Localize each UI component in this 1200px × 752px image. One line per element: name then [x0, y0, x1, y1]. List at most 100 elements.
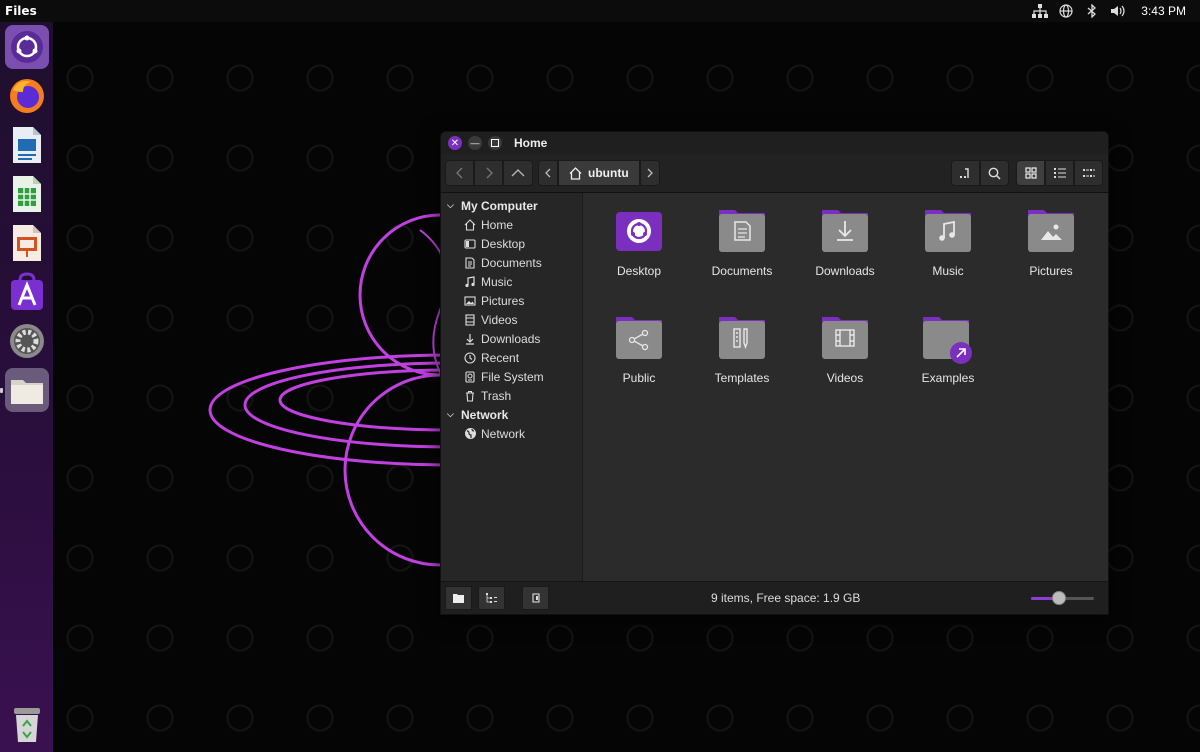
- file-item-public[interactable]: Public: [594, 316, 684, 385]
- impress-icon[interactable]: [5, 221, 49, 265]
- window-titlebar[interactable]: ✕ — Home: [441, 132, 1108, 154]
- minimize-icon: —: [470, 138, 480, 148]
- compact-list-icon: [1082, 169, 1095, 177]
- file-item-documents[interactable]: Documents: [697, 209, 787, 278]
- sidebar-item-recent[interactable]: Recent: [441, 348, 582, 367]
- calc-icon[interactable]: [5, 172, 49, 216]
- file-item-music[interactable]: Music: [903, 209, 993, 278]
- recent-icon: [463, 351, 477, 365]
- files-icon[interactable]: [5, 368, 49, 412]
- documents-folder-icon: [719, 210, 765, 252]
- sidebar-item-label: Network: [481, 426, 526, 441]
- toggle-sidebar-button[interactable]: [522, 586, 549, 610]
- chevron-right-icon: [647, 168, 654, 178]
- status-bar: 9 items, Free space: 1.9 GB: [441, 581, 1108, 614]
- network-icon[interactable]: [1027, 0, 1053, 22]
- running-indicator: [0, 388, 3, 393]
- minimize-button[interactable]: —: [468, 136, 482, 150]
- up-button[interactable]: [503, 160, 533, 186]
- compact-view-button[interactable]: [1074, 160, 1103, 186]
- show-places-button[interactable]: [445, 586, 472, 610]
- firefox-icon[interactable]: [5, 74, 49, 118]
- forward-button[interactable]: [474, 160, 503, 186]
- network-globe-icon: [463, 427, 477, 441]
- list-view-button[interactable]: [1045, 160, 1074, 186]
- drive-icon: [463, 370, 477, 384]
- writer-icon[interactable]: [5, 123, 49, 167]
- file-item-templates[interactable]: Templates: [697, 316, 787, 385]
- sidebar-item-pictures[interactable]: Pictures: [441, 291, 582, 310]
- path-scroll-right-button[interactable]: [639, 160, 660, 186]
- settings-icon[interactable]: [5, 319, 49, 363]
- status-text: 9 items, Free space: 1.9 GB: [711, 591, 861, 605]
- maximize-button[interactable]: [488, 136, 502, 150]
- file-item-desktop[interactable]: Desktop: [594, 209, 684, 278]
- zoom-slider-handle[interactable]: [1052, 591, 1066, 605]
- sidebar-item-file-system[interactable]: File System: [441, 367, 582, 386]
- path-scroll-left-button[interactable]: [538, 160, 558, 186]
- file-label: Examples: [921, 371, 975, 385]
- chevron-left-icon: [455, 167, 462, 179]
- file-item-examples[interactable]: Examples: [903, 316, 993, 385]
- file-item-videos[interactable]: Videos: [800, 316, 890, 385]
- close-button[interactable]: ✕: [448, 136, 462, 150]
- chevron-down-icon: ⌵: [447, 200, 454, 210]
- path-label: ubuntu: [588, 166, 629, 180]
- sidebar-item-documents[interactable]: Documents: [441, 253, 582, 272]
- sidebar-item-trash[interactable]: Trash: [441, 386, 582, 405]
- sidebar-item-downloads[interactable]: Downloads: [441, 329, 582, 348]
- chevron-up-icon: [511, 169, 525, 177]
- sidebar-item-label: Home: [481, 217, 514, 232]
- downloads-folder-icon: [822, 210, 868, 252]
- file-label: Downloads: [815, 264, 875, 278]
- search-button[interactable]: [980, 160, 1009, 186]
- file-item-pictures[interactable]: Pictures: [1006, 209, 1096, 278]
- path-home-button[interactable]: ubuntu: [558, 160, 640, 186]
- ubuntu-icon[interactable]: [5, 25, 49, 69]
- bluetooth-icon[interactable]: [1079, 0, 1105, 22]
- volume-icon[interactable]: [1105, 0, 1131, 22]
- navigation-buttons: [445, 160, 533, 186]
- active-app-name[interactable]: Files: [5, 4, 37, 18]
- file-label: Pictures: [1029, 264, 1073, 278]
- folder-icon: [453, 593, 464, 603]
- documents-icon: [463, 256, 477, 270]
- sidebar-item-label: Desktop: [481, 236, 526, 251]
- trash-icon[interactable]: [5, 703, 49, 747]
- window-title: Home: [514, 136, 548, 150]
- file-label: Public: [622, 371, 656, 385]
- clock[interactable]: 3:43 PM: [1141, 4, 1186, 18]
- sidebar-section-network[interactable]: ⌵ Network: [441, 405, 582, 424]
- list-icon: [1053, 168, 1066, 178]
- sidebar-section-my-computer[interactable]: ⌵ My Computer: [441, 196, 582, 215]
- sidebar-item-label: Documents: [481, 255, 542, 270]
- tree-icon: [486, 593, 497, 603]
- file-item-downloads[interactable]: Downloads: [800, 209, 890, 278]
- sidebar-item-music[interactable]: Music: [441, 272, 582, 291]
- maximize-icon: [491, 139, 499, 147]
- desktop-folder-icon: [616, 212, 662, 251]
- templates-folder-icon: [719, 317, 765, 359]
- sidebar-item-label: Pictures: [481, 293, 525, 308]
- sidebar-item-videos[interactable]: Videos: [441, 310, 582, 329]
- home-icon: [569, 166, 582, 180]
- sidebar-toggle-icon: [531, 593, 540, 603]
- location-toggle-button[interactable]: [951, 160, 980, 186]
- file-label: Desktop: [616, 264, 662, 278]
- toolbar: ubuntu: [441, 154, 1108, 193]
- sidebar-item-home[interactable]: Home: [441, 215, 582, 234]
- toolbar-actions: [951, 160, 1009, 186]
- show-tree-button[interactable]: [478, 586, 505, 610]
- sidebar-item-desktop[interactable]: Desktop: [441, 234, 582, 253]
- back-button[interactable]: [445, 160, 474, 186]
- music-folder-icon: [925, 210, 971, 252]
- globe-icon[interactable]: [1053, 0, 1079, 22]
- icon-view-button[interactable]: [1016, 160, 1045, 186]
- zoom-slider[interactable]: [1031, 591, 1094, 605]
- chevron-right-icon: [486, 167, 493, 179]
- file-label: Documents: [711, 264, 773, 278]
- app-center-icon[interactable]: [5, 270, 49, 314]
- system-tray: 3:43 PM: [1027, 0, 1200, 22]
- sidebar-item-network[interactable]: Network: [441, 424, 582, 443]
- videos-icon: [463, 313, 477, 327]
